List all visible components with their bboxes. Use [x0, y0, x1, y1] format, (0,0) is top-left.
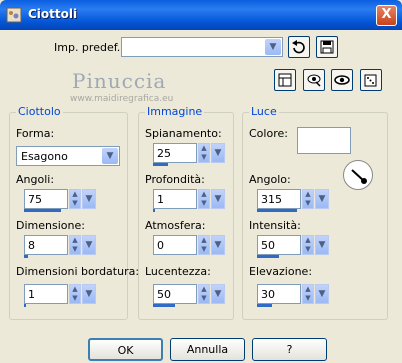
preset-dropdown[interactable]: ▼	[121, 37, 283, 57]
profondita-input[interactable]: 1	[153, 189, 197, 209]
lucentezza-label: Lucentezza:	[145, 265, 211, 278]
dimensione-input[interactable]: 8	[24, 235, 68, 255]
atmosfera-spinner[interactable]: 0 ▲ ▼ ▼	[153, 235, 225, 259]
angoli-label: Angoli:	[16, 173, 55, 186]
atmosfera-input[interactable]: 0	[153, 235, 197, 255]
bordatura-updown[interactable]: ▲ ▼	[69, 284, 81, 304]
elevazione-level-bar	[257, 304, 272, 307]
proof-button[interactable]	[303, 69, 325, 91]
dimensione-label: Dimensione:	[16, 219, 85, 232]
colore-label: Colore:	[249, 127, 288, 140]
angoli-level-bar	[24, 209, 61, 212]
intensita-label: Intensità:	[249, 219, 301, 232]
dialog-window: Ciottoli X Imp. predef.: ▼ Pinuccia www.…	[0, 0, 402, 363]
angoli-updown[interactable]: ▲ ▼	[69, 189, 81, 209]
preset-label: Imp. predef.:	[54, 41, 124, 54]
chevron-down-icon[interactable]: ▼	[82, 235, 96, 255]
app-icon	[6, 7, 22, 23]
randomize-button[interactable]	[360, 69, 382, 91]
dimensione-level-bar	[24, 255, 28, 258]
angolo-input[interactable]: 315	[257, 189, 301, 209]
chevron-down-icon[interactable]: ▼	[315, 284, 329, 304]
dial-needle-icon	[351, 169, 367, 184]
chevron-down-icon[interactable]: ▼	[211, 235, 225, 255]
window-title: Ciottoli	[28, 7, 78, 21]
angoli-input[interactable]: 75	[24, 189, 68, 209]
bordatura-level-bar	[24, 304, 26, 307]
chevron-down-icon[interactable]: ▼	[315, 189, 329, 209]
profondita-spinner[interactable]: 1 ▲ ▼ ▼	[153, 189, 225, 213]
close-button[interactable]: X	[376, 5, 397, 26]
intensita-updown[interactable]: ▲ ▼	[302, 235, 314, 255]
watermark-url: www.maidiregrafica.eu	[70, 94, 174, 104]
angolo-updown[interactable]: ▲ ▼	[302, 189, 314, 209]
save-icon	[320, 40, 334, 54]
spianamento-spinner[interactable]: 25 ▲ ▼ ▼	[153, 143, 225, 167]
bordatura-spinner[interactable]: 1 ▲ ▼ ▼	[24, 284, 96, 308]
bordatura-input[interactable]: 1	[24, 284, 68, 304]
lucentezza-level-bar	[153, 304, 175, 307]
elevazione-spinner[interactable]: 30 ▲ ▼ ▼	[257, 284, 329, 308]
group-ciottolo-title: Ciottolo	[16, 105, 63, 118]
elevazione-input[interactable]: 30	[257, 284, 301, 304]
group-immagine-title: Immagine	[145, 105, 205, 118]
title-bar: Ciottoli X	[0, 0, 402, 30]
angolo-level-bar	[257, 209, 297, 212]
intensita-level-bar	[257, 255, 279, 258]
layout-icon	[278, 73, 292, 87]
reset-preset-button[interactable]	[288, 36, 310, 58]
chevron-down-icon[interactable]: ▼	[82, 284, 96, 304]
annulla-button[interactable]: Annulla	[170, 338, 245, 361]
angolo-label: Angolo:	[249, 173, 291, 186]
eye-icon	[334, 75, 350, 85]
ok-button[interactable]: OK	[88, 338, 163, 361]
forma-dropdown[interactable]: Esagono ▼	[16, 146, 120, 166]
reset-icon	[292, 40, 305, 54]
elevazione-updown[interactable]: ▲ ▼	[302, 284, 314, 304]
atmosfera-label: Atmosfera:	[145, 219, 206, 232]
chevron-down-icon[interactable]: ▼	[211, 284, 225, 304]
chevron-down-icon[interactable]: ▼	[315, 235, 329, 255]
chevron-down-icon[interactable]: ▼	[82, 189, 96, 209]
group-luce-title: Luce	[249, 105, 279, 118]
help-button[interactable]: ?	[252, 338, 327, 361]
atmosfera-updown[interactable]: ▲ ▼	[198, 235, 210, 255]
lucentezza-spinner[interactable]: 50 ▲ ▼ ▼	[153, 284, 225, 308]
spianamento-input[interactable]: 25	[153, 143, 197, 163]
dimensione-spinner[interactable]: 8 ▲ ▼ ▼	[24, 235, 96, 259]
chevron-down-icon[interactable]: ▼	[211, 143, 225, 163]
eye-pointer-icon	[307, 74, 321, 87]
forma-value: Esagono	[21, 150, 68, 163]
watermark-title: Pinuccia	[72, 69, 167, 93]
forma-label: Forma:	[16, 127, 55, 140]
lucentezza-input[interactable]: 50	[153, 284, 197, 304]
angle-dial[interactable]	[343, 160, 373, 190]
dice-icon	[364, 74, 377, 87]
preview-button[interactable]	[331, 69, 353, 91]
chevron-down-icon[interactable]: ▼	[102, 148, 118, 164]
profondita-label: Profondità:	[145, 173, 205, 186]
bordatura-label: Dimensioni bordatura:	[16, 265, 140, 278]
spianamento-updown[interactable]: ▲ ▼	[198, 143, 210, 163]
intensita-input[interactable]: 50	[257, 235, 301, 255]
spianamento-level-bar	[153, 163, 168, 166]
chevron-down-icon[interactable]: ▼	[265, 39, 281, 55]
dimensione-updown[interactable]: ▲ ▼	[69, 235, 81, 255]
chevron-down-icon[interactable]: ▼	[211, 189, 225, 209]
spianamento-label: Spianamento:	[145, 127, 222, 140]
angolo-spinner[interactable]: 315 ▲ ▼ ▼	[257, 189, 329, 213]
intensita-spinner[interactable]: 50 ▲ ▼ ▼	[257, 235, 329, 259]
layout-toggle-button[interactable]	[274, 69, 296, 91]
save-preset-button[interactable]	[316, 36, 338, 58]
profondita-updown[interactable]: ▲ ▼	[198, 189, 210, 209]
colore-swatch[interactable]	[297, 127, 351, 154]
lucentezza-updown[interactable]: ▲ ▼	[198, 284, 210, 304]
angoli-spinner[interactable]: 75 ▲ ▼ ▼	[24, 189, 96, 213]
elevazione-label: Elevazione:	[249, 265, 313, 278]
profondita-level-bar	[153, 209, 155, 212]
